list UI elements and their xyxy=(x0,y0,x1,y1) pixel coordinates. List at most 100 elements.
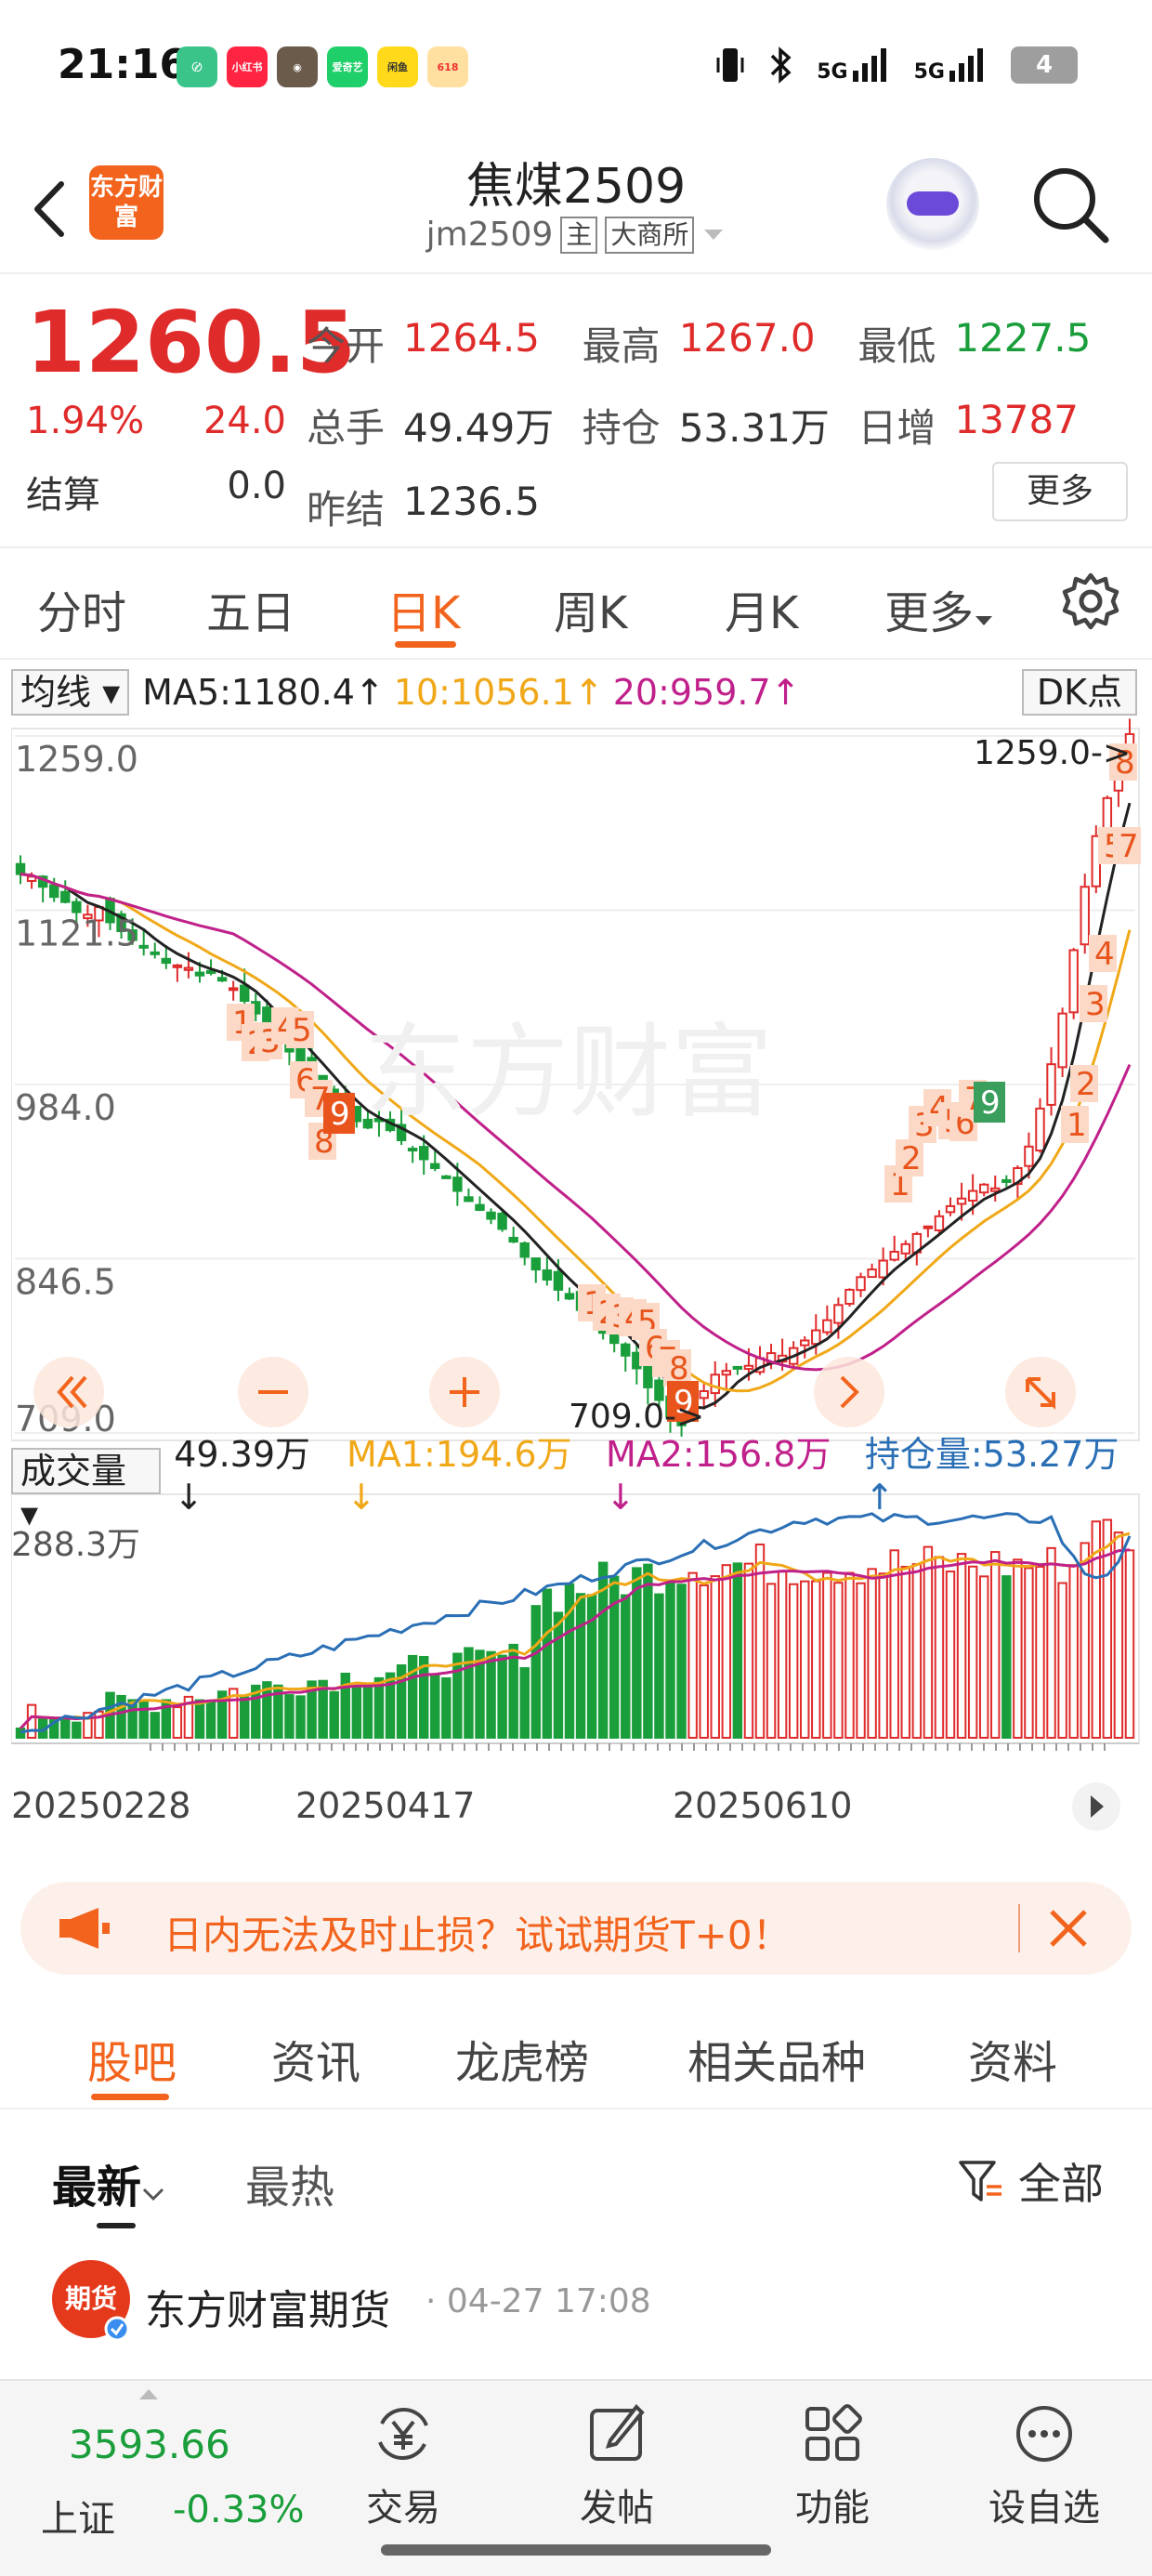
page-title: 焦煤2509 xyxy=(465,159,687,215)
chevron-down-icon xyxy=(975,616,993,625)
candle xyxy=(486,1211,496,1220)
home-indicator[interactable] xyxy=(381,2544,771,2556)
open-interest-legend: 持仓量:53.27万↑ xyxy=(864,1433,1119,1518)
candle xyxy=(889,1251,899,1261)
tab-dragon-tiger[interactable]: 龙虎榜 xyxy=(455,2026,589,2091)
candle xyxy=(1080,886,1090,946)
nav-trade[interactable]: 交易 xyxy=(329,2401,478,2531)
candle xyxy=(519,1242,530,1258)
candle xyxy=(1024,1145,1034,1167)
volume-selector[interactable]: 成交量 ▾ xyxy=(11,1448,162,1534)
candle xyxy=(811,1329,821,1346)
tab-monthly-k[interactable]: 月K xyxy=(725,576,798,641)
volume-bar xyxy=(934,1556,945,1740)
candle xyxy=(710,1373,720,1395)
nav-functions[interactable]: 功能 xyxy=(758,2401,907,2531)
post-author[interactable]: 东方财富期货 xyxy=(145,2277,390,2336)
volume-bar xyxy=(1001,1575,1012,1739)
nav-post[interactable]: 发帖 xyxy=(543,2401,691,2531)
candle xyxy=(452,1176,463,1192)
volume-bar xyxy=(486,1650,496,1739)
signal-marker-text: 1 xyxy=(1067,1107,1087,1144)
oi-increase-label: 日增 xyxy=(857,404,936,451)
volume-legend-row: 成交量 ▾ 49.39万↓ MA1:194.6万↓ MA2:156.8万↓ 持仓… xyxy=(11,1434,1141,1534)
tab-more[interactable]: 更多 xyxy=(884,576,994,641)
volume-bar xyxy=(833,1582,844,1739)
max-price-marker: 1259.0-> xyxy=(974,734,1131,772)
candle xyxy=(542,1269,553,1281)
contract-code: jm2509 xyxy=(425,216,554,254)
prev-settle-value: 1236.5 xyxy=(403,478,540,524)
settle-label: 结算 xyxy=(26,474,100,517)
tab-related[interactable]: 相关品种 xyxy=(687,2026,866,2091)
open-interest-label: 持仓 xyxy=(582,404,661,451)
candle xyxy=(643,1364,653,1388)
status-bar: 21:16 〄 小红书 ◉ 爱奇艺 闲鱼 618 5G 5G 4 xyxy=(0,0,1152,139)
candle xyxy=(923,1225,934,1229)
tab-intraday[interactable]: 分时 xyxy=(37,576,126,641)
index-name: 上证 xyxy=(41,2498,115,2541)
game-icon: ◉ xyxy=(277,46,318,87)
volume-bar xyxy=(777,1571,788,1740)
open-label: 今开 xyxy=(307,322,386,369)
high-value: 1267.0 xyxy=(678,314,816,361)
post-item[interactable]: 期货 东方财富期货 · 04-27 17:08 xyxy=(0,2249,1152,2351)
candle xyxy=(878,1259,888,1279)
y-axis-labels: 1259.01121.5984.0846.5709.0 xyxy=(15,739,138,1439)
chevron-up-icon[interactable] xyxy=(137,2386,160,2401)
scroll-right-button[interactable] xyxy=(814,1357,884,1427)
sort-hot[interactable]: 最热 xyxy=(245,2150,334,2215)
tab-weekly-k[interactable]: 周K xyxy=(554,576,627,641)
volume-bar xyxy=(15,1727,26,1739)
volume-bar xyxy=(721,1564,732,1739)
section-tabs: 股吧 资讯 龙虎榜 相关品种 资料 xyxy=(0,1998,1152,2109)
sort-latest[interactable]: 最新 xyxy=(52,2150,165,2215)
more-quote-button[interactable]: 更多 xyxy=(992,462,1128,521)
high-label: 最高 xyxy=(582,322,661,369)
nav-watchlist-label: 设自选 xyxy=(988,2487,1100,2530)
close-icon[interactable] xyxy=(1042,1902,1094,1954)
nav-watchlist[interactable]: 设自选 xyxy=(970,2401,1119,2531)
candle xyxy=(967,1189,978,1202)
volume-bar xyxy=(743,1562,754,1740)
tab-info[interactable]: 资料 xyxy=(968,2026,1057,2091)
candle xyxy=(867,1268,877,1279)
promo-banner[interactable]: 日内无法及时止损？试试期货T+0！ xyxy=(20,1882,1132,1975)
volume-bar xyxy=(844,1571,855,1740)
grid-apps-icon xyxy=(805,2404,862,2461)
volume-bar xyxy=(732,1562,743,1739)
settings-gear-icon[interactable] xyxy=(1061,572,1120,631)
date-label: 20250610 xyxy=(673,1785,852,1826)
volume-bar xyxy=(811,1580,821,1739)
contract-subtitle[interactable]: jm2509 主 大商所 xyxy=(0,216,1152,254)
candle xyxy=(172,964,183,968)
tab-news[interactable]: 资讯 xyxy=(271,2026,360,2091)
prev-settle-label: 昨结 xyxy=(307,486,386,532)
signal-5g-icon-2: 5G xyxy=(914,46,987,84)
search-icon[interactable] xyxy=(1026,160,1115,249)
candle xyxy=(956,1197,967,1205)
signal-marker-text: 5 xyxy=(292,1012,312,1049)
y-axis-label: 984.0 xyxy=(15,1087,116,1128)
tab-guba[interactable]: 股吧 xyxy=(87,2026,177,2091)
kline-chart-area: 均线 ▾ MA5:1180.4↑ 10:1056.1↑ 20:959.7↑ DK… xyxy=(11,662,1141,1860)
candle xyxy=(216,977,228,982)
candle xyxy=(150,951,160,955)
tab-daily-k[interactable]: 日K xyxy=(386,576,460,641)
tab-five-day[interactable]: 五日 xyxy=(206,576,295,641)
volume-bar xyxy=(362,1684,373,1740)
volume-bar xyxy=(240,1696,250,1740)
candlestick-chart[interactable]: 1259.01121.5984.0846.5709.0 东方财富 1 2 3 4… xyxy=(11,662,1141,1860)
sort-underline xyxy=(97,2223,136,2228)
volume-bar xyxy=(373,1676,385,1740)
filter-button[interactable]: 全部 xyxy=(957,2150,1104,2212)
signal-marker-text: 2 xyxy=(1076,1066,1096,1103)
robot-assistant-icon[interactable] xyxy=(886,158,979,251)
volume-bar xyxy=(766,1583,777,1740)
scroll-left-button[interactable] xyxy=(33,1357,104,1427)
battery-icon: 4 xyxy=(1011,46,1078,84)
index-value[interactable]: 3593.66 xyxy=(69,2422,230,2467)
promo-text: 日内无法及时止损？试试期货T+0！ xyxy=(164,1912,792,1958)
candle xyxy=(800,1339,810,1347)
volume-bar xyxy=(889,1549,899,1739)
